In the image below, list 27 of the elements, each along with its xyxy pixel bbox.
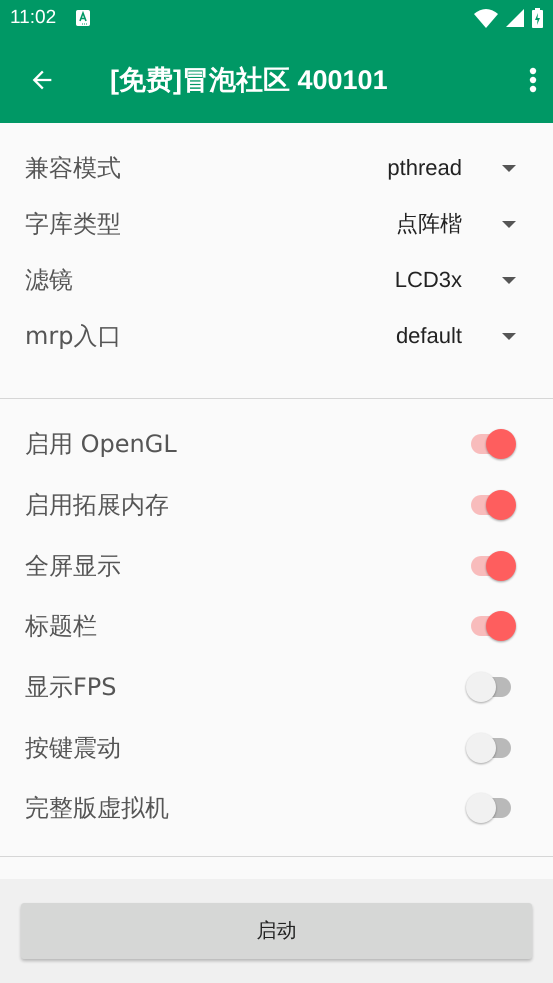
- dropdown[interactable]: pthread: [338, 155, 528, 181]
- dropdown-arrow-icon: [502, 220, 516, 228]
- dropdown[interactable]: 点阵楷: [338, 209, 528, 239]
- wifi-icon: [474, 8, 498, 28]
- dropdown-arrow-icon: [502, 164, 516, 172]
- toggle-label: 全屏显示: [25, 550, 122, 582]
- setting-label: mrp入口: [25, 321, 122, 352]
- setting-label: 滤镜: [25, 265, 74, 296]
- setting-label: 字库类型: [25, 209, 122, 240]
- status-time: 11:02: [10, 7, 56, 29]
- app-bar-title: [免费]冒泡社区 400101: [110, 64, 388, 97]
- toggle-label: 启用拓展内存: [25, 490, 170, 522]
- dropdown[interactable]: default: [338, 323, 528, 349]
- toggle-label: 标题栏: [25, 611, 98, 642]
- more-options-button[interactable]: [529, 66, 537, 92]
- dropdown-arrow-icon: [502, 332, 516, 340]
- toggle-label: 完整版虚拟机: [25, 793, 170, 824]
- dropdown-arrow-icon: [502, 276, 516, 284]
- start-button[interactable]: 启动: [21, 902, 532, 959]
- toggle-label: 显示FPS: [25, 672, 118, 704]
- setting-label: 兼容模式: [25, 153, 122, 184]
- keyboard-notification-icon: [76, 10, 90, 26]
- dropdown[interactable]: LCD3x: [338, 267, 528, 293]
- battery-icon: [532, 8, 543, 28]
- signal-icon: [506, 9, 524, 27]
- toggle-label: 按键震动: [25, 732, 122, 764]
- toggle-label: 启用 OpenGL: [25, 429, 178, 460]
